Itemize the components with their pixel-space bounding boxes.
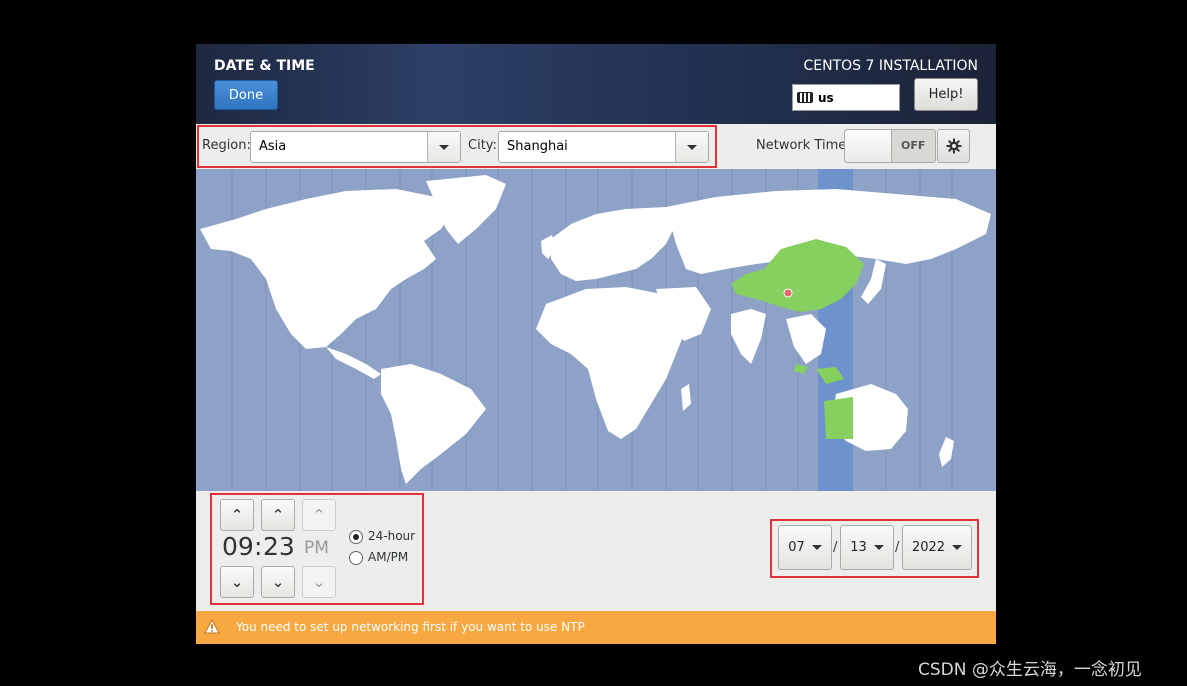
chevron-up-icon: ⌃ — [230, 506, 244, 524]
city-value: Shanghai — [507, 139, 568, 154]
gear-icon — [946, 138, 961, 154]
chevron-up-icon: ⌃ — [312, 506, 326, 524]
region-value: Asia — [259, 139, 287, 154]
warning-text: You need to set up networking first if y… — [236, 620, 585, 634]
time-separator: : — [254, 532, 263, 561]
time-hours: 09 — [222, 532, 254, 561]
year-dropdown[interactable]: 2022 — [902, 525, 972, 570]
timezone-map[interactable] — [196, 169, 996, 491]
installer-window: DATE & TIME Done CENTOS 7 INSTALLATION u… — [196, 44, 996, 644]
warning-icon — [204, 619, 220, 634]
page-title: DATE & TIME — [214, 58, 315, 74]
day-value: 13 — [850, 540, 867, 555]
time-ampm: PM — [304, 538, 329, 558]
chevron-down-icon: ⌄ — [230, 573, 244, 591]
warning-bar: You need to set up networking first if y… — [196, 611, 996, 644]
world-map — [200, 169, 991, 491]
toggle-knob — [845, 130, 892, 162]
year-value: 2022 — [911, 540, 946, 555]
format-24-label: 24-hour — [368, 529, 416, 543]
done-button[interactable]: Done — [214, 80, 278, 110]
chevron-down-icon — [675, 132, 708, 162]
time-minutes: 23 — [263, 532, 295, 561]
chevron-down-icon — [952, 545, 963, 550]
month-dropdown[interactable]: 07 — [778, 525, 832, 570]
location-pin — [783, 288, 793, 298]
network-time-label: Network Time — [756, 138, 847, 153]
keyboard-layout-label: us — [818, 90, 834, 105]
date-separator: / — [895, 540, 900, 555]
chevron-down-icon — [873, 545, 884, 550]
ntp-settings-button[interactable] — [937, 129, 970, 163]
chevron-down-icon: ⌄ — [271, 573, 285, 591]
ampm-down-button[interactable]: ⌄ — [302, 566, 336, 598]
month-value: 07 — [788, 540, 805, 555]
network-time-toggle[interactable]: OFF — [844, 129, 936, 163]
watermark: CSDN @众生云海，一念初见 — [918, 660, 1142, 680]
format-24-radio[interactable] — [349, 530, 363, 544]
region-combo[interactable]: Asia — [250, 131, 461, 163]
format-ampm-radio[interactable] — [349, 551, 363, 565]
chevron-down-icon: ⌄ — [312, 573, 326, 591]
ampm-up-button[interactable]: ⌃ — [302, 499, 336, 531]
hours-up-button[interactable]: ⌃ — [220, 499, 254, 531]
keyboard-icon — [797, 92, 813, 103]
city-combo[interactable]: Shanghai — [498, 131, 709, 163]
header-bar: DATE & TIME Done CENTOS 7 INSTALLATION u… — [196, 44, 996, 124]
day-dropdown[interactable]: 13 — [840, 525, 894, 570]
chevron-up-icon: ⌃ — [271, 506, 285, 524]
help-button[interactable]: Help! — [914, 78, 978, 111]
keyboard-layout-indicator[interactable]: us — [792, 84, 900, 111]
installation-title: CENTOS 7 INSTALLATION — [803, 58, 978, 74]
chevron-down-icon — [811, 545, 822, 550]
city-label: City: — [468, 138, 497, 153]
hours-down-button[interactable]: ⌄ — [220, 566, 254, 598]
format-ampm-label: AM/PM — [368, 550, 409, 564]
minutes-up-button[interactable]: ⌃ — [261, 499, 295, 531]
chevron-down-icon — [427, 132, 460, 162]
region-label: Region: — [202, 138, 251, 153]
date-separator: / — [833, 540, 838, 555]
minutes-down-button[interactable]: ⌄ — [261, 566, 295, 598]
toggle-state-label: OFF — [901, 139, 926, 152]
